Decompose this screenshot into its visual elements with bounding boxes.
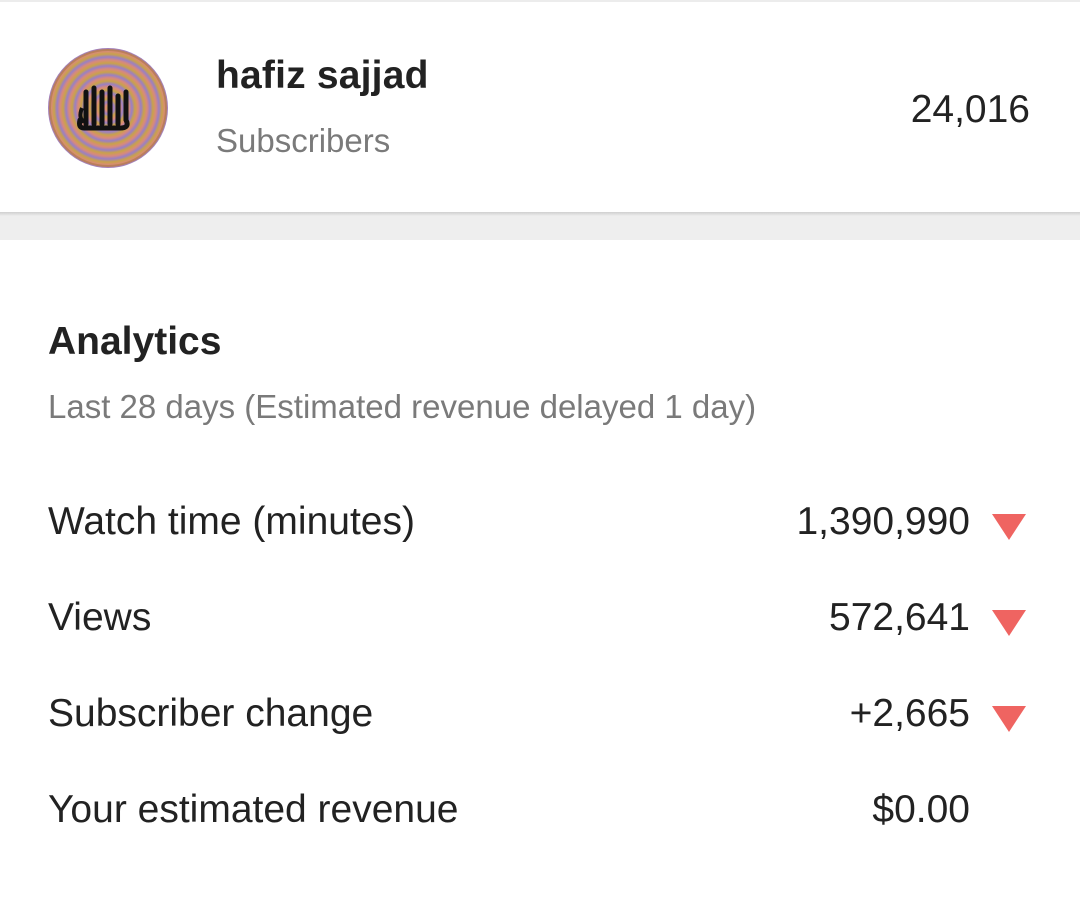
metric-value: 572,641: [829, 596, 970, 639]
analytics-screen: hafiz sajjad Subscribers 24,016 Analytic…: [0, 0, 1080, 903]
metric-row-views[interactable]: Views 572,641: [48, 596, 1032, 656]
metric-label: Subscriber change: [48, 692, 374, 735]
metric-label: Watch time (minutes): [48, 500, 415, 543]
metric-value: 1,390,990: [796, 500, 970, 543]
metric-label: Your estimated revenue: [48, 788, 459, 831]
subscribers-label: Subscribers: [216, 122, 391, 159]
metric-value: $0.00: [872, 788, 970, 831]
trend-down-icon: [992, 514, 1026, 540]
metric-row-watch-time[interactable]: Watch time (minutes) 1,390,990: [48, 500, 1032, 560]
metric-label: Views: [48, 596, 152, 639]
analytics-title: Analytics: [48, 320, 222, 363]
channel-avatar[interactable]: [48, 48, 168, 168]
subscriber-count: 24,016: [910, 88, 1030, 131]
trend-down-icon: [992, 706, 1026, 732]
metric-row-subscriber-change[interactable]: Subscriber change +2,665: [48, 692, 1032, 752]
metric-value: +2,665: [849, 692, 970, 735]
trend-down-icon: [992, 610, 1026, 636]
calligraphy-avatar-icon: [49, 49, 167, 167]
analytics-subtitle: Last 28 days (Estimated revenue delayed …: [48, 388, 757, 425]
section-divider: [0, 212, 1080, 240]
channel-name[interactable]: hafiz sajjad: [216, 54, 429, 98]
channel-header-card[interactable]: hafiz sajjad Subscribers 24,016: [0, 0, 1080, 212]
metric-row-estimated-revenue[interactable]: Your estimated revenue $0.00: [48, 788, 1032, 848]
